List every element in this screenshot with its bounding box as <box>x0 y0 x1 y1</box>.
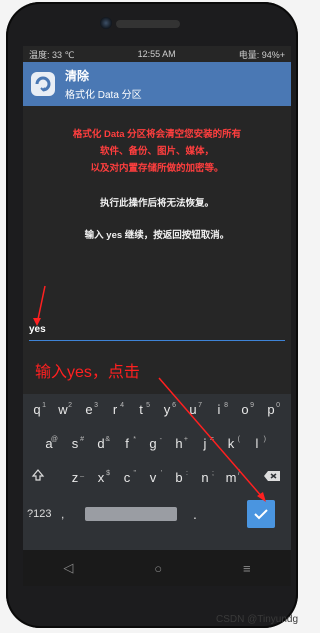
keyboard-row-2: a @ s # d & f * g - h + j = k(l) <box>23 430 291 458</box>
annotation-text: 输入yes，点击 <box>35 364 140 381</box>
key-i[interactable]: i8 <box>208 396 230 424</box>
key-hint-l: ) <box>263 436 266 443</box>
key-hint-v: ' <box>160 470 162 477</box>
page-title: 清除 <box>65 69 90 83</box>
temperature-status: 温度: 33 ℃ <box>29 49 75 60</box>
key-x[interactable]: x $ <box>90 464 112 492</box>
key-k[interactable]: k( <box>220 430 242 458</box>
twrp-logo-icon <box>31 72 55 96</box>
soft-keyboard: q1w2e3r4t5y6u7i8o9p0 a @ s # d & f * g - h + j = k(l) … <box>23 394 291 576</box>
key-a[interactable]: a @ <box>38 430 60 458</box>
key-j[interactable]: j = <box>194 430 216 458</box>
keyboard-row-4: ?123 , . <box>23 500 291 528</box>
key-c[interactable]: c " <box>116 464 138 492</box>
key-hint-z: _ <box>80 470 84 477</box>
key-u[interactable]: u7 <box>182 396 204 424</box>
key-hint-a: @ <box>50 436 58 443</box>
page-subtitle: 格式化 Data 分区 <box>65 90 142 101</box>
key-hint-o: 9 <box>250 402 254 409</box>
key-s[interactable]: s # <box>64 430 86 458</box>
key-h[interactable]: h + <box>168 430 190 458</box>
confirm-input[interactable]: yes <box>29 324 285 341</box>
key-p[interactable]: p0 <box>260 396 282 424</box>
key-z[interactable]: z _ <box>64 464 86 492</box>
key-hint-x: $ <box>106 470 110 477</box>
key-hint-r: 4 <box>120 402 124 409</box>
space-key[interactable] <box>85 507 177 521</box>
main-content: 格式化 Data 分区将会清空您安装的所有 软件、备份、图片、媒体， 以及对内置… <box>23 106 291 576</box>
key-hint-w: 2 <box>68 402 72 409</box>
key-hint-b: : <box>186 470 188 477</box>
keyboard-row-3: z _ x $ c " v ' b: n; m / <box>23 464 291 492</box>
key-w[interactable]: w2 <box>52 396 74 424</box>
key-n[interactable]: n; <box>194 464 216 492</box>
key-hint-n: ; <box>212 470 214 477</box>
key-b[interactable]: b: <box>168 464 190 492</box>
key-hint-h: + <box>183 436 188 443</box>
key-v[interactable]: v ' <box>142 464 164 492</box>
key-hint-e: 3 <box>94 402 98 409</box>
key-l[interactable]: l) <box>246 430 268 458</box>
symbols-key[interactable]: ?123 <box>27 500 51 528</box>
key-d[interactable]: d & <box>90 430 112 458</box>
earpiece-speaker <box>116 20 180 28</box>
back-button[interactable]: ◁ <box>63 560 73 576</box>
key-hint-d: & <box>105 436 110 443</box>
screen: 温度: 33 ℃ 12:55 AM 电量: 94%+ 清除 格式化 Data 分… <box>23 46 291 586</box>
phone-frame: 温度: 33 ℃ 12:55 AM 电量: 94%+ 清除 格式化 Data 分… <box>6 2 298 628</box>
comma-key[interactable]: , <box>61 500 64 528</box>
key-g[interactable]: g- <box>142 430 164 458</box>
key-hint-q: 1 <box>42 402 46 409</box>
key-hint-k: ( <box>237 436 240 443</box>
irreversible-notice: 执行此操作后将无法恢复。 <box>99 198 214 209</box>
key-y[interactable]: y6 <box>156 396 178 424</box>
key-t[interactable]: t5 <box>130 396 152 424</box>
watermark: CSDN @Tinyundg <box>215 614 298 625</box>
checkmark-icon <box>254 509 268 520</box>
key-r[interactable]: r4 <box>104 396 126 424</box>
key-hint-j: = <box>209 436 214 443</box>
key-hint-f: * <box>133 436 136 443</box>
keyboard-row-1: q1w2e3r4t5y6u7i8o9p0 <box>23 396 291 424</box>
warning-line-3: 以及对内置存储所做的加密等。 <box>90 163 224 174</box>
clock: 12:55 AM <box>137 49 176 59</box>
key-hint-m: / <box>238 470 240 477</box>
backspace-icon[interactable] <box>261 464 283 492</box>
warning-message: 格式化 Data 分区将会清空您安装的所有 软件、备份、图片、媒体， 以及对内置… <box>23 106 291 177</box>
key-hint-u: 7 <box>198 402 202 409</box>
battery-status: 电量: 94%+ <box>238 49 285 60</box>
key-hint-y: 6 <box>172 402 176 409</box>
key-hint-g: - <box>159 436 162 443</box>
shift-arrow-icon[interactable] <box>27 464 49 492</box>
key-m[interactable]: m / <box>220 464 242 492</box>
period-key[interactable]: . <box>193 500 197 528</box>
warning-line-2: 软件、备份、图片、媒体， <box>99 146 214 157</box>
key-hint-c: " <box>133 470 137 477</box>
instruction-text: 输入 yes 继续，按返回按钮取消。 <box>84 230 230 241</box>
front-camera <box>100 17 112 29</box>
header: 清除 格式化 Data 分区 <box>23 62 291 106</box>
key-hint-t: 5 <box>146 402 150 409</box>
navigation-bar: ◁ ○ ≡ <box>23 550 291 586</box>
key-q[interactable]: q1 <box>26 396 48 424</box>
status-bar: 温度: 33 ℃ 12:55 AM 电量: 94%+ <box>23 46 291 62</box>
enter-key[interactable] <box>247 500 275 528</box>
key-e[interactable]: e3 <box>78 396 100 424</box>
warning-line-1: 格式化 Data 分区将会清空您安装的所有 <box>72 129 242 140</box>
key-hint-s: # <box>80 436 84 443</box>
key-hint-i: 8 <box>224 402 228 409</box>
home-button[interactable]: ○ <box>154 561 162 576</box>
recents-button[interactable]: ≡ <box>243 561 251 576</box>
key-f[interactable]: f * <box>116 430 138 458</box>
key-hint-p: 0 <box>276 402 280 409</box>
key-o[interactable]: o9 <box>234 396 256 424</box>
